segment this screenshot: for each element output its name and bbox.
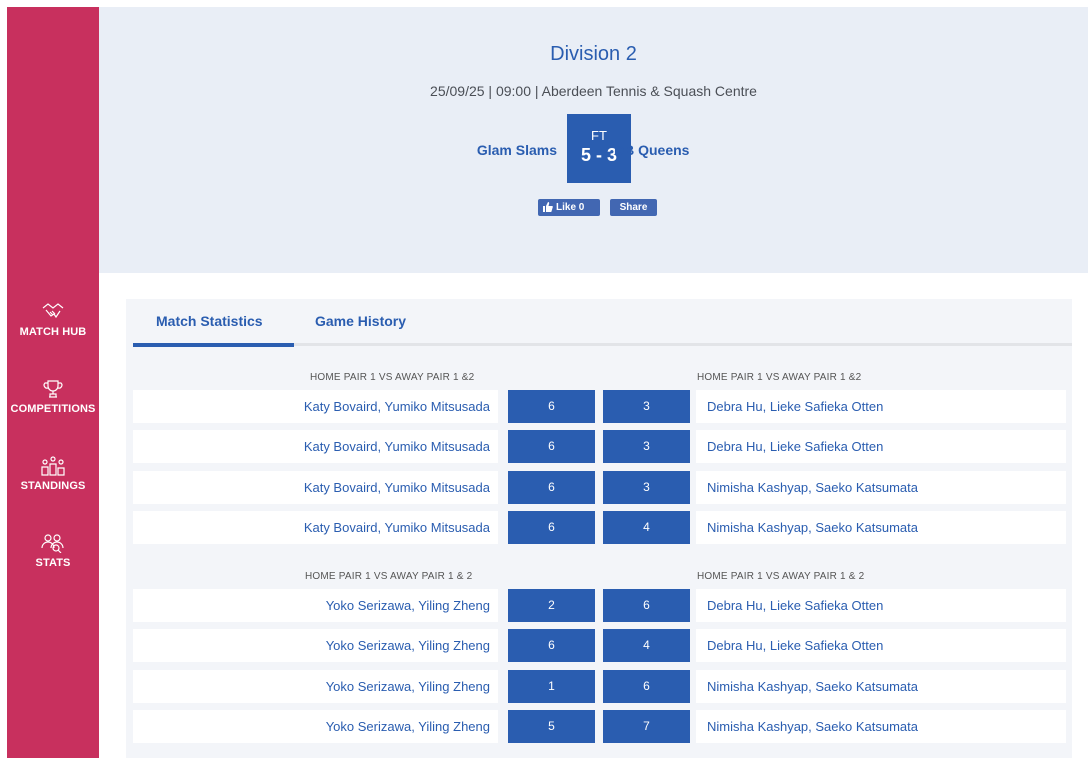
- page-title: Division 2: [550, 43, 637, 65]
- sidebar: MATCH HUB COMPETITIONS STANDINGS STATS: [7, 7, 99, 758]
- home-score: 6: [508, 390, 595, 423]
- away-score: 4: [603, 629, 690, 662]
- home-team-name[interactable]: Glam Slams: [469, 142, 557, 158]
- sidebar-item-label: STATS: [35, 557, 71, 569]
- table-row: Yoko Serizawa, Yiling Zheng 5 7 Nimisha …: [133, 710, 1066, 743]
- like-label: Like 0: [556, 202, 585, 213]
- home-score: 1: [508, 670, 595, 703]
- sidebar-item-label: MATCH HUB: [19, 326, 87, 338]
- tab-game-history[interactable]: Game History: [315, 313, 406, 329]
- table-row: Yoko Serizawa, Yiling Zheng 2 6 Debra Hu…: [133, 589, 1066, 622]
- sidebar-item-standings[interactable]: STANDINGS: [7, 456, 99, 492]
- people-icon: [41, 534, 64, 553]
- home-pair[interactable]: Yoko Serizawa, Yiling Zheng: [133, 710, 498, 743]
- section-heading-away: HOME PAIR 1 VS AWAY PAIR 1 & 2: [697, 571, 865, 582]
- away-pair[interactable]: Nimisha Kashyap, Saeko Katsumata: [696, 710, 1066, 743]
- away-score: 6: [603, 589, 690, 622]
- active-tab-indicator: [133, 343, 294, 347]
- home-pair[interactable]: Katy Bovaird, Yumiko Mitsusada: [133, 471, 498, 504]
- section-heading-home: HOME PAIR 1 VS AWAY PAIR 1 & 2: [305, 571, 473, 582]
- home-pair[interactable]: Yoko Serizawa, Yiling Zheng: [133, 589, 498, 622]
- away-pair[interactable]: Nimisha Kashyap, Saeko Katsumata: [696, 471, 1066, 504]
- away-pair[interactable]: Debra Hu, Lieke Safieka Otten: [696, 430, 1066, 463]
- away-pair[interactable]: Nimisha Kashyap, Saeko Katsumata: [696, 670, 1066, 703]
- away-team-name[interactable]: DB Queens: [614, 142, 689, 158]
- home-score: 6: [508, 430, 595, 463]
- away-pair[interactable]: Debra Hu, Lieke Safieka Otten: [696, 390, 1066, 423]
- podium-icon: [41, 456, 65, 476]
- thumbs-up-icon: [543, 201, 553, 218]
- away-pair[interactable]: Nimisha Kashyap, Saeko Katsumata: [696, 511, 1066, 544]
- match-header: Division 2 25/09/25 | 09:00 | Aberdeen T…: [99, 7, 1088, 273]
- table-row: Katy Bovaird, Yumiko Mitsusada 6 4 Nimis…: [133, 511, 1066, 544]
- home-pair[interactable]: Katy Bovaird, Yumiko Mitsusada: [133, 511, 498, 544]
- away-score: 3: [603, 430, 690, 463]
- table-row: Katy Bovaird, Yumiko Mitsusada 6 3 Debra…: [133, 390, 1066, 423]
- away-score: 6: [603, 670, 690, 703]
- sidebar-item-competitions[interactable]: COMPETITIONS: [7, 379, 99, 415]
- table-row: Yoko Serizawa, Yiling Zheng 6 4 Debra Hu…: [133, 629, 1066, 662]
- sidebar-item-label: COMPETITIONS: [10, 403, 96, 415]
- sidebar-item-label: STANDINGS: [20, 480, 86, 492]
- home-pair[interactable]: Katy Bovaird, Yumiko Mitsusada: [133, 390, 498, 423]
- sidebar-item-stats[interactable]: STATS: [7, 533, 99, 569]
- section-heading-away: HOME PAIR 1 VS AWAY PAIR 1 &2: [697, 372, 862, 383]
- table-row: Katy Bovaird, Yumiko Mitsusada 6 3 Nimis…: [133, 471, 1066, 504]
- home-score: 6: [508, 511, 595, 544]
- table-row: Katy Bovaird, Yumiko Mitsusada 6 3 Debra…: [133, 430, 1066, 463]
- away-pair[interactable]: Debra Hu, Lieke Safieka Otten: [696, 629, 1066, 662]
- match-status: FT: [591, 128, 607, 143]
- away-score: 3: [603, 471, 690, 504]
- away-pair[interactable]: Debra Hu, Lieke Safieka Otten: [696, 589, 1066, 622]
- tab-match-statistics[interactable]: Match Statistics: [156, 313, 263, 329]
- away-score: 4: [603, 511, 690, 544]
- facebook-like-button[interactable]: Like 0: [538, 199, 600, 216]
- section-heading-home: HOME PAIR 1 VS AWAY PAIR 1 &2: [310, 372, 475, 383]
- home-score: 2: [508, 589, 595, 622]
- away-score: 7: [603, 710, 690, 743]
- home-score: 5: [508, 710, 595, 743]
- table-row: Yoko Serizawa, Yiling Zheng 1 6 Nimisha …: [133, 670, 1066, 703]
- home-pair[interactable]: Yoko Serizawa, Yiling Zheng: [133, 629, 498, 662]
- match-meta: 25/09/25 | 09:00 | Aberdeen Tennis & Squ…: [430, 83, 757, 99]
- trophy-icon: [43, 380, 63, 398]
- home-score: 6: [508, 471, 595, 504]
- home-pair[interactable]: Katy Bovaird, Yumiko Mitsusada: [133, 430, 498, 463]
- home-score: 6: [508, 629, 595, 662]
- facebook-share-button[interactable]: Share: [610, 199, 657, 216]
- away-score: 3: [603, 390, 690, 423]
- handshake-icon: [42, 303, 64, 319]
- sidebar-item-match-hub[interactable]: MATCH HUB: [7, 302, 99, 338]
- home-pair[interactable]: Yoko Serizawa, Yiling Zheng: [133, 670, 498, 703]
